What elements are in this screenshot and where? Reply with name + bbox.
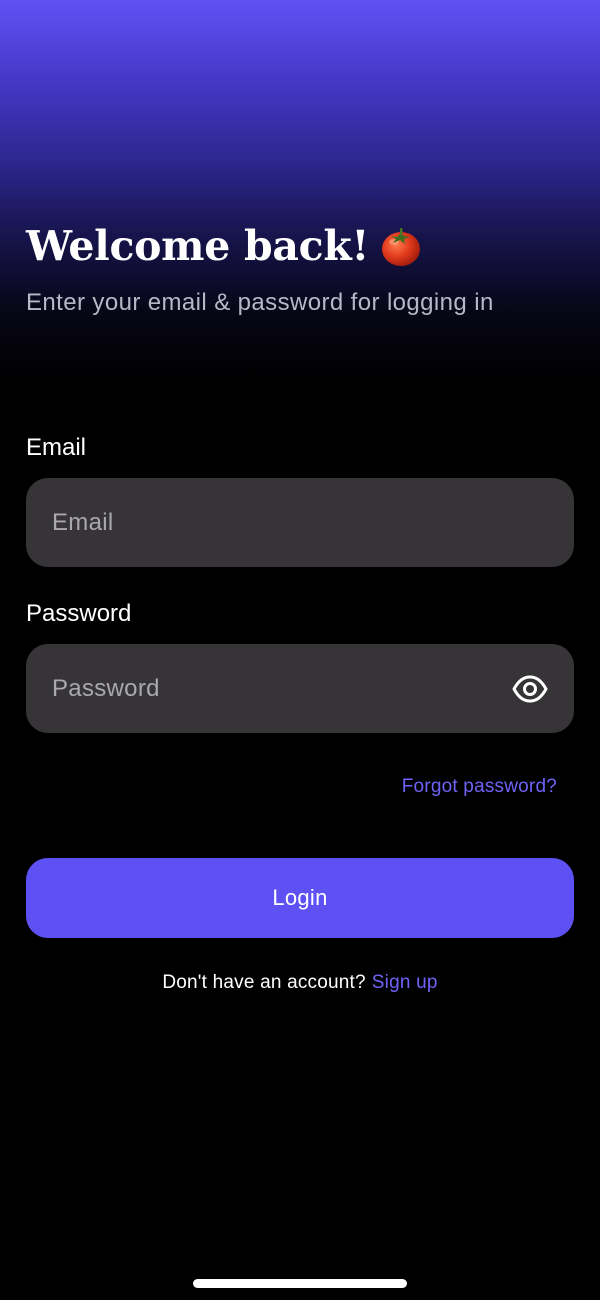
email-input[interactable] bbox=[52, 508, 548, 537]
login-screen: Welcome back! Enter your email & passwor… bbox=[0, 0, 600, 1300]
password-input[interactable] bbox=[52, 674, 512, 703]
password-field-container[interactable] bbox=[26, 644, 574, 733]
page-subtitle: Enter your email & password for logging … bbox=[26, 289, 494, 316]
email-label: Email bbox=[26, 434, 87, 461]
signup-link[interactable]: Sign up bbox=[372, 972, 438, 993]
email-field-container[interactable] bbox=[26, 478, 574, 567]
page-title-text: Welcome back! bbox=[26, 222, 370, 270]
no-account-text: Don't have an account? bbox=[162, 972, 366, 993]
login-button[interactable]: Login bbox=[26, 858, 574, 938]
password-label: Password bbox=[26, 600, 132, 627]
signup-prompt: Don't have an account? Sign up bbox=[0, 972, 600, 994]
home-indicator[interactable] bbox=[193, 1279, 407, 1288]
header-gradient bbox=[0, 0, 600, 380]
eye-icon[interactable] bbox=[512, 674, 548, 704]
forgot-password-link[interactable]: Forgot password? bbox=[402, 776, 557, 798]
tomato-icon bbox=[379, 224, 423, 268]
page-title: Welcome back! bbox=[26, 222, 423, 270]
